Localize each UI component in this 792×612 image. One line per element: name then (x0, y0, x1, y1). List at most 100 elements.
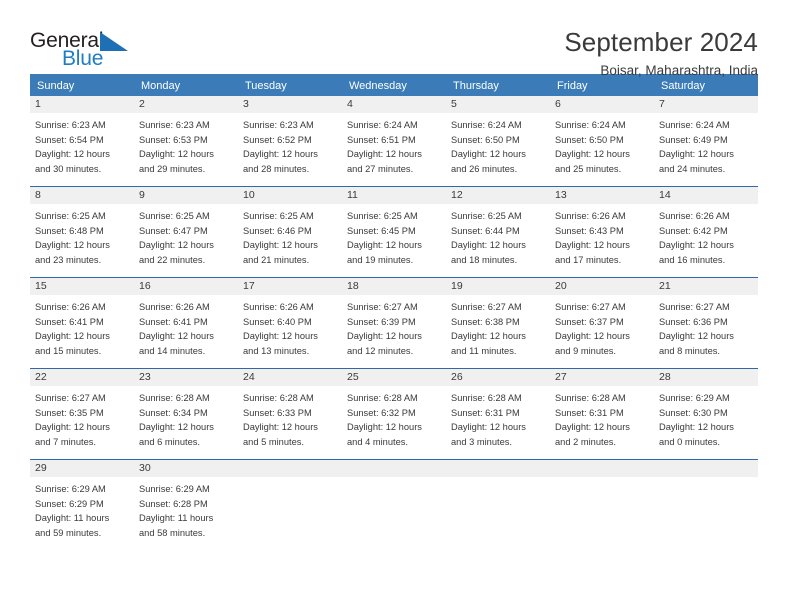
day-cell[interactable]: 19 Sunrise: 6:27 AM Sunset: 6:38 PM Dayl… (446, 278, 550, 368)
day-cell[interactable]: 16 Sunrise: 6:26 AM Sunset: 6:41 PM Dayl… (134, 278, 238, 368)
day-cell[interactable]: 18 Sunrise: 6:27 AM Sunset: 6:39 PM Dayl… (342, 278, 446, 368)
weekday-header-row: Sunday Monday Tuesday Wednesday Thursday… (30, 74, 758, 96)
day-number (446, 460, 550, 477)
sunrise-text: Sunrise: 6:26 AM (659, 211, 730, 221)
daylight-text-line1: Daylight: 12 hours (451, 331, 526, 342)
day-cell-empty (654, 460, 758, 550)
brand-logo[interactable]: General Blue (30, 28, 150, 76)
day-cell[interactable]: 21 Sunrise: 6:27 AM Sunset: 6:36 PM Dayl… (654, 278, 758, 368)
daylight-text-line1: Daylight: 12 hours (555, 331, 630, 342)
day-cell[interactable]: 11 Sunrise: 6:25 AM Sunset: 6:45 PM Dayl… (342, 187, 446, 277)
daylight-text-line2: and 18 minutes. (451, 255, 518, 266)
day-cell[interactable]: 25 Sunrise: 6:28 AM Sunset: 6:32 PM Dayl… (342, 369, 446, 459)
daylight-text-line2: and 12 minutes. (347, 346, 414, 357)
daylight-text-line1: Daylight: 12 hours (139, 422, 214, 433)
day-number: 30 (139, 462, 151, 474)
day-cell[interactable]: 3 Sunrise: 6:23 AM Sunset: 6:52 PM Dayli… (238, 96, 342, 186)
day-cell[interactable]: 6 Sunrise: 6:24 AM Sunset: 6:50 PM Dayli… (550, 96, 654, 186)
daylight-text-line1: Daylight: 12 hours (35, 240, 110, 251)
sunset-text: Sunset: 6:53 PM (139, 134, 208, 145)
daylight-text-line1: Daylight: 12 hours (139, 149, 214, 160)
day-cell[interactable]: 7 Sunrise: 6:24 AM Sunset: 6:49 PM Dayli… (654, 96, 758, 186)
weekday-header-thursday: Thursday (453, 80, 499, 92)
daylight-text-line2: and 24 minutes. (659, 164, 726, 175)
day-info: Sunrise: 6:24 AM Sunset: 6:49 PM Dayligh… (654, 113, 758, 177)
day-cell[interactable]: 22 Sunrise: 6:27 AM Sunset: 6:35 PM Dayl… (30, 369, 134, 459)
day-cell[interactable]: 2 Sunrise: 6:23 AM Sunset: 6:53 PM Dayli… (134, 96, 238, 186)
day-cell[interactable]: 8 Sunrise: 6:25 AM Sunset: 6:48 PM Dayli… (30, 187, 134, 277)
day-info: Sunrise: 6:24 AM Sunset: 6:51 PM Dayligh… (342, 113, 446, 177)
day-info: Sunrise: 6:29 AM Sunset: 6:29 PM Dayligh… (30, 477, 134, 541)
day-cell[interactable]: 27 Sunrise: 6:28 AM Sunset: 6:31 PM Dayl… (550, 369, 654, 459)
day-cell[interactable]: 14 Sunrise: 6:26 AM Sunset: 6:42 PM Dayl… (654, 187, 758, 277)
day-cell[interactable]: 29 Sunrise: 6:29 AM Sunset: 6:29 PM Dayl… (30, 460, 134, 550)
daylight-text-line1: Daylight: 12 hours (139, 331, 214, 342)
daylight-text-line1: Daylight: 12 hours (35, 149, 110, 160)
day-cell[interactable]: 9 Sunrise: 6:25 AM Sunset: 6:47 PM Dayli… (134, 187, 238, 277)
day-number (654, 460, 758, 477)
daylight-text-line1: Daylight: 12 hours (243, 149, 318, 160)
sunrise-text: Sunrise: 6:27 AM (347, 302, 418, 312)
day-cell[interactable]: 23 Sunrise: 6:28 AM Sunset: 6:34 PM Dayl… (134, 369, 238, 459)
day-info: Sunrise: 6:28 AM Sunset: 6:31 PM Dayligh… (550, 386, 654, 450)
daylight-text-line2: and 28 minutes. (243, 164, 310, 175)
daylight-text-line1: Daylight: 12 hours (139, 240, 214, 251)
day-cell[interactable]: 17 Sunrise: 6:26 AM Sunset: 6:40 PM Dayl… (238, 278, 342, 368)
sunrise-text: Sunrise: 6:28 AM (555, 393, 626, 403)
day-number: 7 (659, 98, 665, 110)
calendar-page: General Blue September 2024 Boisar, Maha… (0, 0, 792, 612)
sunrise-text: Sunrise: 6:28 AM (243, 393, 314, 403)
day-info: Sunrise: 6:23 AM Sunset: 6:52 PM Dayligh… (238, 113, 342, 177)
day-info: Sunrise: 6:24 AM Sunset: 6:50 PM Dayligh… (550, 113, 654, 177)
sunrise-text: Sunrise: 6:24 AM (555, 120, 626, 130)
day-cell[interactable]: 26 Sunrise: 6:28 AM Sunset: 6:31 PM Dayl… (446, 369, 550, 459)
day-cell[interactable]: 12 Sunrise: 6:25 AM Sunset: 6:44 PM Dayl… (446, 187, 550, 277)
brand-name-blue: Blue (62, 47, 104, 70)
day-cell[interactable]: 15 Sunrise: 6:26 AM Sunset: 6:41 PM Dayl… (30, 278, 134, 368)
daylight-text-line1: Daylight: 12 hours (451, 149, 526, 160)
day-cell[interactable]: 1 Sunrise: 6:23 AM Sunset: 6:54 PM Dayli… (30, 96, 134, 186)
sunset-text: Sunset: 6:44 PM (451, 225, 520, 236)
daylight-text-line1: Daylight: 12 hours (555, 149, 630, 160)
sunset-text: Sunset: 6:31 PM (451, 407, 520, 418)
sunset-text: Sunset: 6:42 PM (659, 225, 728, 236)
day-info: Sunrise: 6:26 AM Sunset: 6:43 PM Dayligh… (550, 204, 654, 268)
sunrise-text: Sunrise: 6:29 AM (659, 393, 730, 403)
day-info: Sunrise: 6:26 AM Sunset: 6:40 PM Dayligh… (238, 295, 342, 359)
calendar-week-row: 15 Sunrise: 6:26 AM Sunset: 6:41 PM Dayl… (30, 277, 758, 368)
daylight-text-line1: Daylight: 12 hours (35, 422, 110, 433)
day-cell[interactable]: 13 Sunrise: 6:26 AM Sunset: 6:43 PM Dayl… (550, 187, 654, 277)
day-info: Sunrise: 6:29 AM Sunset: 6:28 PM Dayligh… (134, 477, 238, 541)
page-header: General Blue September 2024 Boisar, Maha… (0, 0, 792, 78)
day-cell-empty (342, 460, 446, 550)
day-number (342, 460, 446, 477)
daylight-text-line2: and 7 minutes. (35, 437, 96, 448)
daylight-text-line1: Daylight: 12 hours (451, 422, 526, 433)
daylight-text-line1: Daylight: 12 hours (347, 422, 422, 433)
day-info: Sunrise: 6:27 AM Sunset: 6:37 PM Dayligh… (550, 295, 654, 359)
daylight-text-line1: Daylight: 11 hours (35, 513, 110, 524)
day-info: Sunrise: 6:29 AM Sunset: 6:30 PM Dayligh… (654, 386, 758, 450)
sunset-text: Sunset: 6:29 PM (35, 498, 104, 509)
day-info: Sunrise: 6:26 AM Sunset: 6:41 PM Dayligh… (134, 295, 238, 359)
day-number: 25 (347, 371, 359, 383)
day-info: Sunrise: 6:24 AM Sunset: 6:50 PM Dayligh… (446, 113, 550, 177)
sunset-text: Sunset: 6:51 PM (347, 134, 416, 145)
calendar-grid: Sunday Monday Tuesday Wednesday Thursday… (30, 74, 758, 550)
day-number: 8 (35, 189, 41, 201)
day-info: Sunrise: 6:25 AM Sunset: 6:46 PM Dayligh… (238, 204, 342, 268)
day-cell[interactable]: 5 Sunrise: 6:24 AM Sunset: 6:50 PM Dayli… (446, 96, 550, 186)
day-cell[interactable]: 28 Sunrise: 6:29 AM Sunset: 6:30 PM Dayl… (654, 369, 758, 459)
calendar-week-row: 1 Sunrise: 6:23 AM Sunset: 6:54 PM Dayli… (30, 96, 758, 186)
day-cell[interactable]: 24 Sunrise: 6:28 AM Sunset: 6:33 PM Dayl… (238, 369, 342, 459)
day-cell[interactable]: 30 Sunrise: 6:29 AM Sunset: 6:28 PM Dayl… (134, 460, 238, 550)
day-cell[interactable]: 4 Sunrise: 6:24 AM Sunset: 6:51 PM Dayli… (342, 96, 446, 186)
daylight-text-line2: and 17 minutes. (555, 255, 622, 266)
daylight-text-line1: Daylight: 12 hours (659, 240, 734, 251)
daylight-text-line2: and 27 minutes. (347, 164, 414, 175)
day-info: Sunrise: 6:25 AM Sunset: 6:48 PM Dayligh… (30, 204, 134, 268)
weekday-header-monday: Monday (141, 80, 181, 92)
day-cell[interactable]: 10 Sunrise: 6:25 AM Sunset: 6:46 PM Dayl… (238, 187, 342, 277)
day-cell[interactable]: 20 Sunrise: 6:27 AM Sunset: 6:37 PM Dayl… (550, 278, 654, 368)
daylight-text-line2: and 0 minutes. (659, 437, 720, 448)
